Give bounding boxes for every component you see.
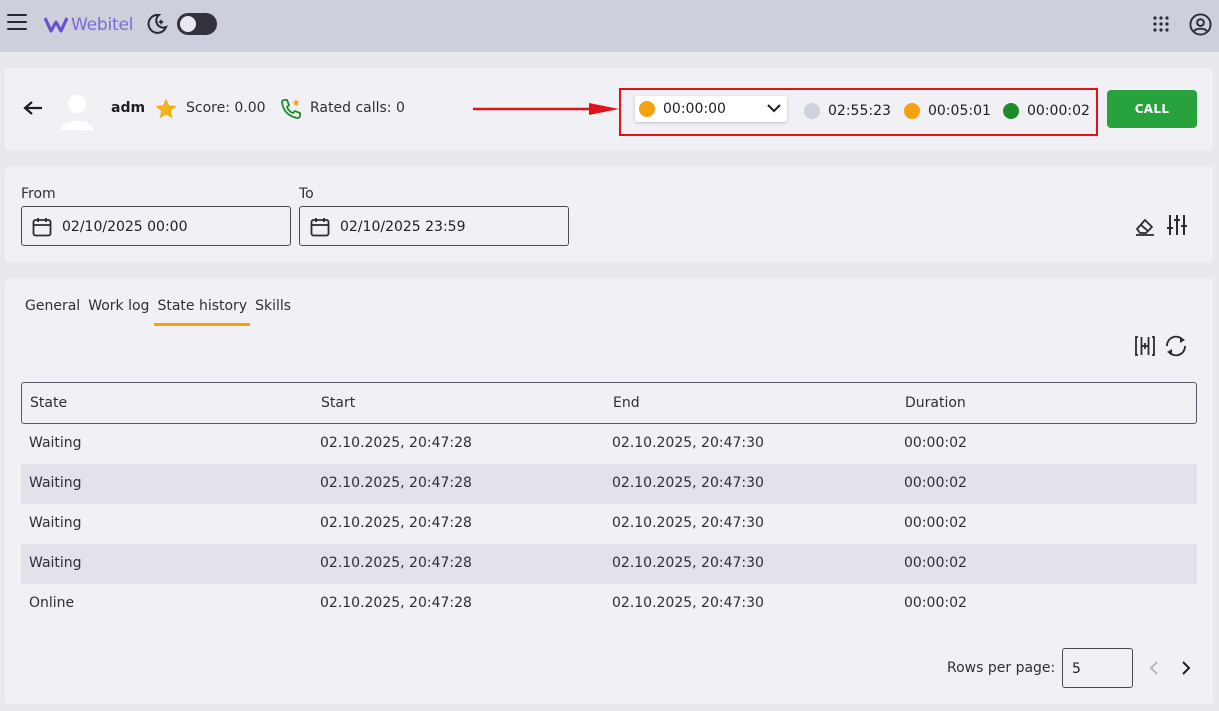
cell-state: Waiting <box>29 475 82 491</box>
tab-general[interactable]: General <box>22 298 83 326</box>
status-select-time: 00:00:00 <box>663 101 726 117</box>
rows-per-page-value: 5 <box>1072 661 1081 677</box>
cell-start: 02.10.2025, 20:47:28 <box>320 475 472 491</box>
cell-state: Waiting <box>29 515 82 531</box>
cell-state: Online <box>29 595 75 611</box>
cell-start: 02.10.2025, 20:47:28 <box>320 515 472 531</box>
filter-sliders-icon[interactable] <box>1166 214 1188 236</box>
chevron-down-icon <box>767 104 781 113</box>
user-circle-icon[interactable] <box>1189 13 1212 36</box>
to-label: To <box>299 186 314 202</box>
tab-skills[interactable]: Skills <box>252 298 294 326</box>
history-panel: General Work log State history Skills St… <box>5 278 1213 704</box>
from-date-field[interactable]: 02/10/2025 00:00 <box>21 206 291 246</box>
moon-icon <box>147 13 168 34</box>
to-date-field[interactable]: 02/10/2025 23:59 <box>299 206 569 246</box>
agent-header-panel: adm Score: 0.00 Rated calls: 0 00:00:00 … <box>5 68 1213 150</box>
webitel-logo-icon <box>44 17 68 33</box>
status-dot <box>1003 103 1019 119</box>
from-label: From <box>21 186 56 202</box>
refresh-icon[interactable] <box>1164 335 1188 357</box>
cell-state: Waiting <box>29 435 82 451</box>
calendar-icon <box>32 218 52 237</box>
cell-duration: 00:00:02 <box>904 435 967 451</box>
logo-text: Webitel <box>71 15 134 35</box>
timer-value: 00:05:01 <box>928 103 991 119</box>
back-arrow-icon[interactable] <box>23 100 43 116</box>
top-bar: Webitel <box>0 0 1219 52</box>
tab-state-history[interactable]: State history <box>154 298 251 326</box>
grid-icon[interactable] <box>1153 16 1169 32</box>
from-date-value: 02/10/2025 00:00 <box>62 219 188 235</box>
tab-bar: General Work log State history Skills <box>22 298 296 326</box>
agent-score: Score: 0.00 <box>186 100 266 116</box>
tab-work-log[interactable]: Work log <box>85 298 152 326</box>
rated-calls: Rated calls: 0 <box>310 100 405 116</box>
cell-end: 02.10.2025, 20:47:30 <box>612 595 764 611</box>
agent-name: adm <box>111 100 146 116</box>
table-header: State Start End Duration <box>21 382 1197 424</box>
table-row[interactable]: Online 02.10.2025, 20:47:28 02.10.2025, … <box>21 584 1197 624</box>
status-dot <box>639 101 655 117</box>
timer-value: 00:00:02 <box>1027 103 1090 119</box>
logo[interactable]: Webitel <box>44 12 133 38</box>
rated-call-icon <box>281 99 301 119</box>
cell-end: 02.10.2025, 20:47:30 <box>612 555 764 571</box>
chevron-left-icon[interactable] <box>1147 660 1161 676</box>
cell-state: Waiting <box>29 555 82 571</box>
cell-end: 02.10.2025, 20:47:30 <box>612 515 764 531</box>
timer-value: 02:55:23 <box>828 103 891 119</box>
table-row[interactable]: Waiting 02.10.2025, 20:47:28 02.10.2025,… <box>21 464 1197 504</box>
cell-end: 02.10.2025, 20:47:30 <box>612 475 764 491</box>
rows-per-page-label: Rows per page: <box>947 660 1056 676</box>
status-dot <box>904 103 920 119</box>
column-header-state[interactable]: State <box>30 395 67 411</box>
column-header-duration[interactable]: Duration <box>905 395 966 411</box>
status-select[interactable]: 00:00:00 <box>635 96 787 122</box>
cell-start: 02.10.2025, 20:47:28 <box>320 595 472 611</box>
timer-offline: 02:55:23 <box>804 102 891 120</box>
star-icon <box>155 98 177 119</box>
table-row[interactable]: Waiting 02.10.2025, 20:47:28 02.10.2025,… <box>21 424 1197 464</box>
cell-duration: 00:00:02 <box>904 555 967 571</box>
column-select-icon[interactable] <box>1134 335 1156 357</box>
column-header-end[interactable]: End <box>613 395 640 411</box>
cell-end: 02.10.2025, 20:47:30 <box>612 435 764 451</box>
hamburger-icon[interactable] <box>7 14 27 34</box>
status-timers-highlight: 00:00:00 02:55:23 00:05:01 00:00:02 <box>619 88 1098 136</box>
table-row[interactable]: Waiting 02.10.2025, 20:47:28 02.10.2025,… <box>21 504 1197 544</box>
rows-per-page-select[interactable]: 5 <box>1062 648 1133 688</box>
eraser-icon[interactable] <box>1134 216 1156 236</box>
to-date-value: 02/10/2025 23:59 <box>340 219 466 235</box>
theme-toggle[interactable] <box>177 13 217 35</box>
annotation-arrow <box>473 103 619 115</box>
filter-panel: From 02/10/2025 00:00 To 02/10/2025 23:5… <box>5 166 1213 262</box>
avatar <box>61 95 93 130</box>
cell-start: 02.10.2025, 20:47:28 <box>320 555 472 571</box>
table-row[interactable]: Waiting 02.10.2025, 20:47:28 02.10.2025,… <box>21 544 1197 584</box>
status-dot <box>804 103 820 119</box>
cell-duration: 00:00:02 <box>904 595 967 611</box>
column-header-start[interactable]: Start <box>321 395 355 411</box>
timer-pause: 00:05:01 <box>904 102 991 120</box>
call-button[interactable]: CALL <box>1107 90 1197 128</box>
cell-start: 02.10.2025, 20:47:28 <box>320 435 472 451</box>
chevron-right-icon[interactable] <box>1179 660 1193 676</box>
calendar-icon <box>310 218 330 237</box>
timer-online: 00:00:02 <box>1003 102 1090 120</box>
cell-duration: 00:00:02 <box>904 475 967 491</box>
cell-duration: 00:00:02 <box>904 515 967 531</box>
